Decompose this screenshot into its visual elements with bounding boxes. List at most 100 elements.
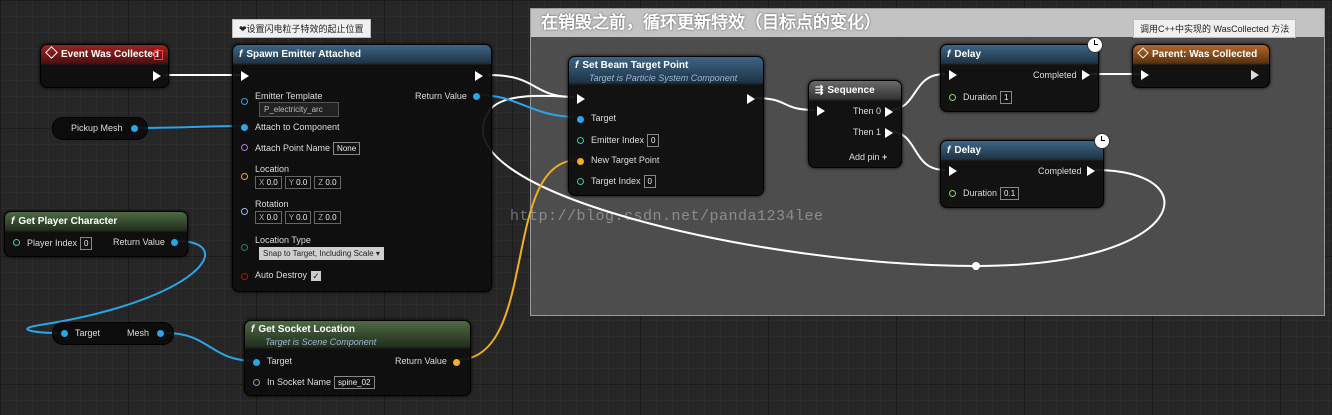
emitter-index-pin[interactable] — [577, 137, 584, 144]
add-pin-button[interactable]: Add pin + — [849, 152, 887, 162]
location-y-value: 0.0 — [296, 178, 308, 187]
set-beam-subtitle: Target is Particle System Component — [589, 73, 738, 83]
duration-field[interactable]: 0.1 — [1000, 187, 1020, 200]
exec-out-pin[interactable] — [153, 71, 161, 81]
rotation-x-field[interactable]: X 0.0 — [255, 211, 282, 224]
completed-out-pin[interactable] — [1087, 166, 1095, 176]
exec-out-pin[interactable] — [475, 71, 483, 81]
duration-pin[interactable] — [949, 190, 956, 197]
delay-node-2[interactable]: f Delay Completed Duration 0.1 — [940, 133, 1110, 208]
exec-out-pin-hollow[interactable] — [1251, 70, 1259, 80]
exec-wire-beam-sequence — [754, 97, 816, 111]
rotation-z-value: 0.0 — [325, 213, 337, 222]
get-socket-target-label: Target — [267, 356, 293, 366]
rotation-x-value: 0.0 — [266, 213, 278, 222]
exec-in-pin[interactable] — [577, 94, 585, 104]
set-beam-header: f Set Beam Target Point Target is Particle… — [569, 57, 763, 85]
target-mesh-in-pin[interactable] — [61, 330, 68, 337]
delay2-completed-label: Completed — [1038, 166, 1082, 176]
target-index-label: Target Index — [591, 176, 641, 186]
target-mesh-node[interactable]: Target Mesh — [52, 322, 174, 345]
target-mesh-out-pin[interactable] — [157, 330, 164, 337]
socket-name-pin[interactable] — [253, 379, 260, 386]
rotation-z-field[interactable]: Z 0.0 — [314, 211, 341, 224]
event-diamond-icon — [45, 46, 58, 59]
duration-label: Duration — [963, 188, 998, 198]
location-type-label: Location Type — [255, 235, 311, 245]
set-beam-target-point-node[interactable]: f Set Beam Target Point Target is Particle… — [568, 56, 764, 196]
emitter-template-select[interactable]: P_electricity_arc — [259, 102, 339, 117]
exec-in-pin[interactable] — [1141, 70, 1149, 80]
target-index-pin[interactable] — [577, 178, 584, 185]
sequence-icon: ⇶ — [815, 85, 824, 96]
sequence-node[interactable]: ⇶ Sequence Then 0 Then 1 Add pin + — [808, 80, 902, 168]
target-index-field[interactable]: 0 — [643, 175, 656, 188]
player-index-pin[interactable] — [13, 239, 20, 246]
event-was-collected-node[interactable]: Event Was Collected — [40, 44, 169, 88]
set-beam-target-pin[interactable] — [577, 116, 584, 123]
add-pin-label: Add pin — [849, 152, 880, 162]
check-icon: ✓ — [312, 270, 320, 281]
delay1-title: Delay — [954, 49, 982, 60]
event-node-title: Event Was Collected — [61, 49, 159, 60]
location-z-field[interactable]: Z 0.0 — [314, 176, 341, 189]
location-pin[interactable] — [241, 173, 248, 180]
pickup-mesh-out-pin[interactable] — [131, 125, 138, 132]
spawn-return-pin[interactable] — [473, 93, 480, 100]
set-beam-target-label: Target — [591, 113, 617, 123]
get-player-return-label: Return Value — [113, 237, 165, 247]
then1-out-pin[interactable] — [885, 128, 893, 138]
auto-destroy-checkbox[interactable]: ✓ — [311, 270, 322, 281]
attach-component-pin[interactable] — [241, 124, 248, 131]
plus-icon: + — [882, 152, 888, 162]
then1-label: Then 1 — [853, 127, 882, 137]
emitter-template-pin[interactable] — [241, 98, 248, 105]
new-target-point-label: New Target Point — [591, 155, 660, 165]
location-x-field[interactable]: X 0.0 — [255, 176, 282, 189]
event-diamond-icon — [1137, 47, 1149, 59]
location-type-select[interactable]: Snap to Target, Including Scale ▾ — [259, 247, 384, 260]
player-index-field[interactable]: 0 — [80, 237, 93, 250]
reroute-node — [972, 262, 980, 270]
rotation-y-field[interactable]: Y 0.0 — [284, 211, 312, 224]
attach-component-label: Attach to Component — [255, 122, 340, 132]
emitter-template-row: P_electricity_arc — [259, 102, 339, 119]
duration-field[interactable]: 1 — [1000, 91, 1013, 104]
get-player-return-pin[interactable] — [171, 239, 178, 246]
get-socket-header: f Get Socket Location Target is Scene Comp… — [245, 321, 470, 349]
duration-pin[interactable] — [949, 94, 956, 101]
exec-in-pin[interactable] — [241, 71, 249, 81]
delay-node-1[interactable]: f Delay Completed Duration 1 — [940, 37, 1103, 112]
get-socket-location-node[interactable]: f Get Socket Location Target is Scene Comp… — [244, 320, 471, 396]
new-target-point-pin[interactable] — [577, 158, 584, 165]
player-index-label: Player Index — [27, 238, 78, 248]
rotation-pin[interactable] — [241, 208, 248, 215]
get-player-character-node[interactable]: f Get Player Character Player Index 0 Retu… — [4, 211, 188, 257]
exec-in-pin[interactable] — [817, 106, 825, 116]
attach-point-field[interactable]: None — [333, 142, 361, 155]
spawn-emitter-attached-node[interactable]: f Spawn Emitter Attached Emitter Template… — [232, 44, 492, 292]
then0-out-pin[interactable] — [885, 107, 893, 117]
watermark-text: http://blog.csdn.net/panda1234lee — [510, 208, 824, 225]
rotation-label: Rotation — [255, 199, 289, 209]
exec-in-pin[interactable] — [949, 70, 957, 80]
y-label: Y — [288, 213, 294, 222]
pickup-mesh-node[interactable]: Pickup Mesh — [52, 117, 148, 140]
parent-was-collected-node[interactable]: Parent: Was Collected — [1132, 44, 1270, 88]
completed-out-pin[interactable] — [1082, 70, 1090, 80]
sequence-title: Sequence — [827, 85, 875, 96]
get-socket-return-label: Return Value — [395, 356, 447, 366]
location-label: Location — [255, 164, 290, 174]
get-socket-return-pin[interactable] — [453, 359, 460, 366]
exec-out-pin[interactable] — [747, 94, 755, 104]
location-type-pin[interactable] — [241, 244, 248, 251]
get-socket-target-pin[interactable] — [253, 359, 260, 366]
attach-point-pin[interactable] — [241, 144, 248, 151]
exec-in-pin[interactable] — [949, 166, 957, 176]
auto-destroy-pin[interactable] — [241, 273, 248, 280]
emitter-index-field[interactable]: 0 — [647, 134, 660, 147]
event-node-header: Event Was Collected — [41, 45, 168, 65]
location-y-field[interactable]: Y 0.0 — [284, 176, 312, 189]
target-mesh-mesh-label: Mesh — [127, 328, 150, 338]
socket-name-field[interactable]: spine_02 — [334, 376, 375, 389]
